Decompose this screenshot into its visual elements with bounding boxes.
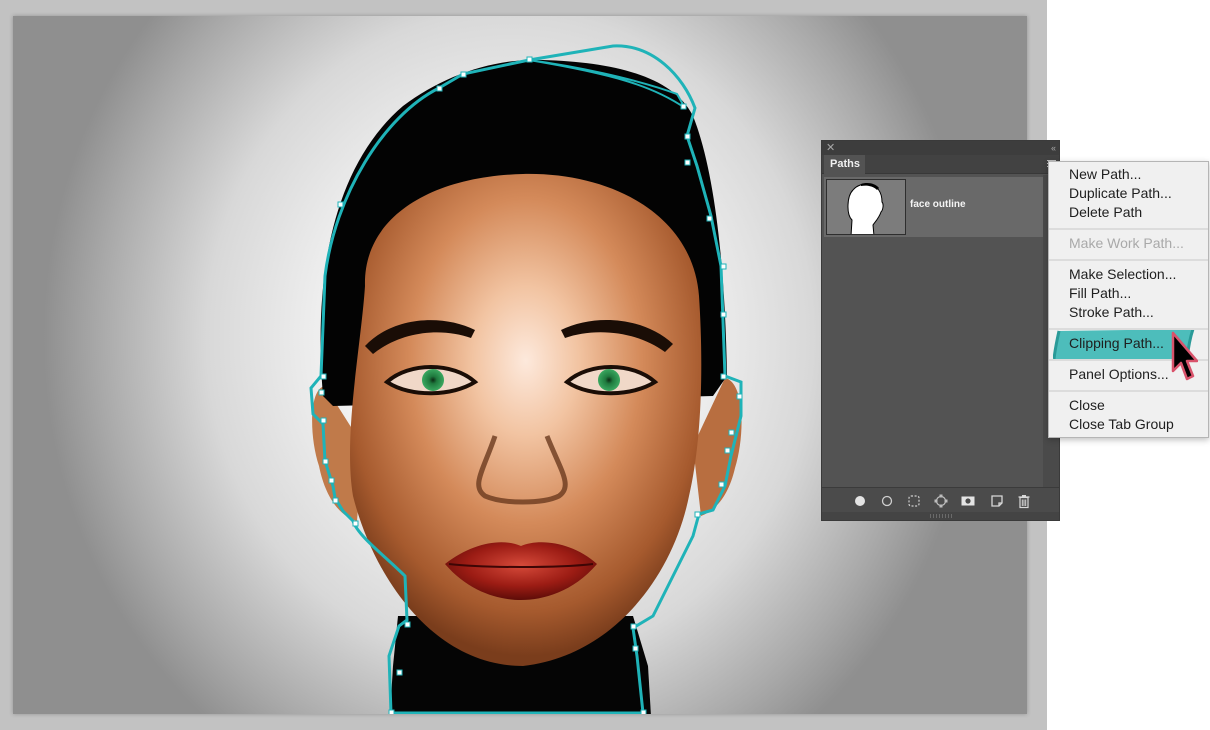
right-iris: [598, 369, 620, 391]
menu-item-make-selection[interactable]: Make Selection...: [1069, 265, 1176, 284]
menu-separator: [1049, 359, 1208, 361]
left-iris: [422, 369, 444, 391]
close-icon[interactable]: ✕: [826, 141, 835, 155]
fill-path-icon[interactable]: [852, 493, 868, 509]
delete-path-icon[interactable]: [1016, 493, 1032, 509]
photoshop-window: ✕ ‹‹ Paths face outline New Path... Dupl…: [0, 0, 1210, 730]
menu-separator: [1049, 228, 1208, 230]
menu-item-clipping-path[interactable]: Clipping Path...: [1069, 334, 1164, 353]
panel-resize-handle[interactable]: [822, 512, 1059, 520]
path-row-face-outline[interactable]: face outline: [824, 177, 1043, 237]
paths-panel-menu: New Path... Duplicate Path... Delete Pat…: [1048, 161, 1209, 438]
panel-titlebar[interactable]: ✕ ‹‹: [822, 141, 1059, 155]
menu-item-stroke-path[interactable]: Stroke Path...: [1069, 303, 1154, 322]
menu-item-new-path[interactable]: New Path...: [1069, 165, 1141, 184]
face-outline-thumbnail: [826, 179, 906, 235]
menu-item-fill-path[interactable]: Fill Path...: [1069, 284, 1131, 303]
paths-list: face outline: [822, 175, 1043, 487]
panel-tab-bar: Paths: [822, 155, 1059, 174]
panel-footer-toolbar: [822, 487, 1059, 513]
new-path-icon[interactable]: [989, 493, 1005, 509]
menu-item-make-work-path: Make Work Path...: [1069, 235, 1184, 251]
paths-panel: ✕ ‹‹ Paths face outline: [821, 140, 1060, 521]
collapse-icon[interactable]: ‹‹: [1051, 141, 1056, 155]
menu-item-delete-path[interactable]: Delete Path: [1069, 203, 1142, 222]
menu-item-close[interactable]: Close: [1069, 396, 1105, 415]
path-name: face outline: [910, 199, 966, 210]
menu-separator: [1049, 259, 1208, 261]
stroke-path-icon[interactable]: [879, 493, 895, 509]
menu-item-duplicate-path[interactable]: Duplicate Path...: [1069, 184, 1172, 203]
tab-paths[interactable]: Paths: [824, 155, 865, 174]
add-mask-icon[interactable]: [960, 493, 976, 509]
menu-item-panel-options[interactable]: Panel Options...: [1069, 365, 1169, 384]
make-work-path-icon[interactable]: [933, 493, 949, 509]
menu-separator: [1049, 328, 1208, 330]
menu-separator: [1049, 390, 1208, 392]
menu-item-close-tab-group[interactable]: Close Tab Group: [1069, 415, 1174, 434]
load-path-as-selection-icon[interactable]: [906, 493, 922, 509]
